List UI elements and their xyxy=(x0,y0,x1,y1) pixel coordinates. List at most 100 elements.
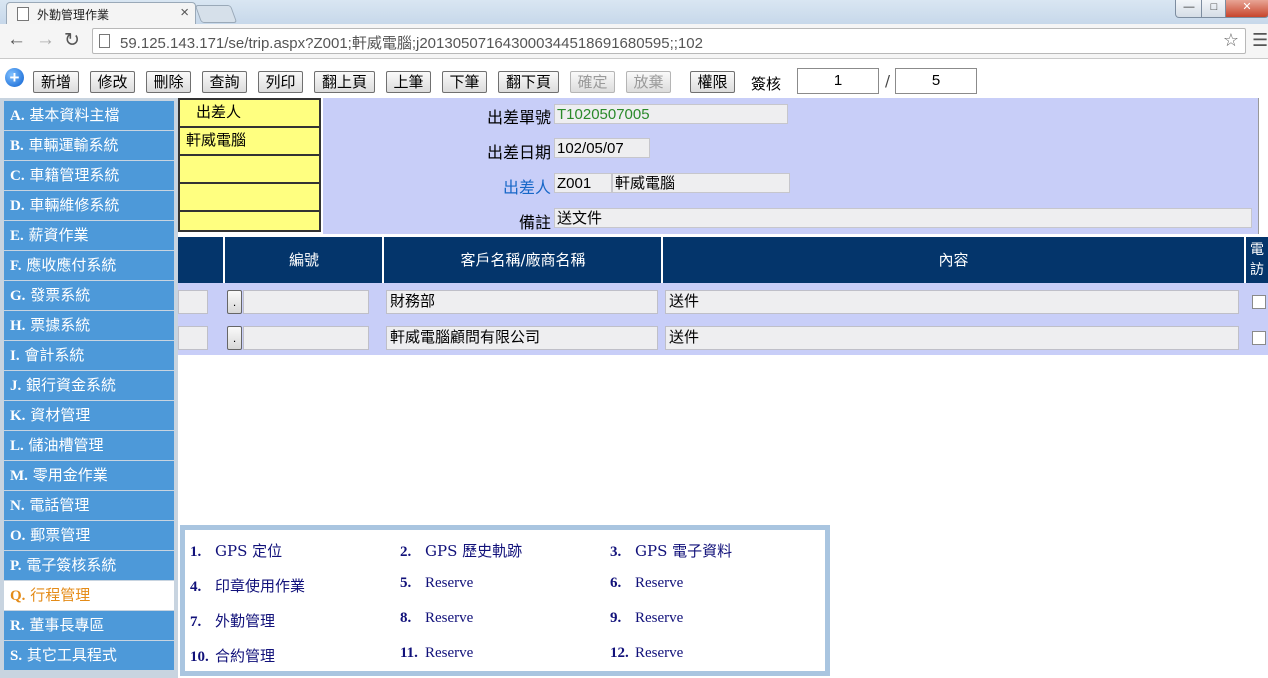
bookmark-star-icon[interactable]: ☆ xyxy=(1223,30,1239,51)
traveler-list-row[interactable]: 軒威電腦 xyxy=(180,128,319,156)
tab-close-icon[interactable]: × xyxy=(180,4,189,21)
menu-item[interactable]: E. 薪資作業 xyxy=(4,221,174,250)
next-record-button[interactable]: 下筆 xyxy=(442,71,487,93)
confirm-button[interactable]: 確定 xyxy=(570,71,615,93)
menu-item-label: 電話管理 xyxy=(29,496,90,514)
menu-item[interactable]: C. 車籍管理系統 xyxy=(4,161,174,190)
menu-item-label: 銀行資金系統 xyxy=(26,376,117,394)
phone-visit-checkbox[interactable] xyxy=(1252,295,1266,309)
trip-no-field[interactable]: T1020507005 xyxy=(554,104,788,124)
menu-item[interactable]: R. 董事長專區 xyxy=(4,611,174,640)
menu-item[interactable]: I. 會計系統 xyxy=(4,341,174,370)
function-item[interactable]: 7. 外勤管理 xyxy=(190,610,275,631)
window-minimize-button[interactable]: — xyxy=(1175,0,1203,18)
menu-item[interactable]: F. 應收應付系統 xyxy=(4,251,174,280)
reload-icon[interactable]: ↻ xyxy=(64,29,80,52)
traveler-list-row[interactable] xyxy=(180,184,319,212)
menu-item-key: L. xyxy=(10,438,24,454)
tab-title: 外勤管理作業 xyxy=(37,8,110,22)
menu-item-label: 車輛維修系統 xyxy=(29,196,120,214)
delete-button[interactable]: 刪除 xyxy=(146,71,191,93)
function-item[interactable]: 8. Reserve xyxy=(400,610,473,627)
customer-field[interactable]: 軒威電腦顧問有限公司 xyxy=(386,326,658,350)
number-field[interactable] xyxy=(243,326,369,350)
new-tab-button[interactable] xyxy=(194,5,238,23)
function-item[interactable]: 1. GPS 定位 xyxy=(190,540,282,561)
content-field[interactable]: 送件 xyxy=(665,290,1239,314)
menu-item[interactable]: J. 銀行資金系統 xyxy=(4,371,174,400)
function-item-number: 10. xyxy=(190,649,209,665)
menu-item[interactable]: S. 其它工具程式 xyxy=(4,641,174,670)
traveler-list: 出差人 軒威電腦 xyxy=(178,98,321,232)
menu-item-key: Q. xyxy=(10,588,26,604)
discard-button[interactable]: 放棄 xyxy=(626,71,671,93)
menu-item[interactable]: B. 車輛運輸系統 xyxy=(4,131,174,160)
function-item[interactable]: 6. Reserve xyxy=(610,575,683,592)
traveler-code-field[interactable]: Z001 xyxy=(554,173,612,193)
url-text[interactable]: 59.125.143.171/se/trip.aspx?Z001;軒威電腦;j2… xyxy=(120,32,703,53)
address-bar[interactable]: 59.125.143.171/se/trip.aspx?Z001;軒威電腦;j2… xyxy=(92,28,1246,54)
function-item[interactable]: 11. Reserve xyxy=(400,645,473,662)
menu-item-label: 郵票管理 xyxy=(30,526,91,544)
traveler-link[interactable]: 出差人 xyxy=(473,174,551,198)
function-item[interactable]: 3. GPS 電子資料 xyxy=(610,540,732,561)
menu-item-label: 應收應付系統 xyxy=(26,256,117,274)
back-arrow-icon[interactable]: ← xyxy=(7,29,26,51)
number-field[interactable] xyxy=(243,290,369,314)
menu-item[interactable]: M. 零用金作業 xyxy=(4,461,174,490)
menu-item[interactable]: L. 儲油槽管理 xyxy=(4,431,174,460)
prev-page-button[interactable]: 翻上頁 xyxy=(314,71,375,93)
menu-item[interactable]: N. 電話管理 xyxy=(4,491,174,520)
menu-item[interactable]: A. 基本資料主檔 xyxy=(4,101,174,130)
menu-item[interactable]: D. 車輛維修系統 xyxy=(4,191,174,220)
function-item-label: GPS 歷史軌跡 xyxy=(425,542,523,560)
window-close-button[interactable]: ✕ xyxy=(1225,0,1268,18)
plus-icon[interactable]: + xyxy=(5,68,24,87)
grid-header: 編號 客戶名稱/廠商名稱 內容 電訪 xyxy=(178,237,1268,283)
function-item[interactable]: 4. 印章使用作業 xyxy=(190,575,305,596)
function-item[interactable]: 12. Reserve xyxy=(610,645,683,662)
phone-visit-checkbox[interactable] xyxy=(1252,331,1266,345)
row-cell-hidden[interactable] xyxy=(178,290,208,314)
menu-item-label: 其它工具程式 xyxy=(26,646,117,664)
window-maximize-button[interactable]: □ xyxy=(1201,0,1227,18)
permission-button[interactable]: 權限 xyxy=(690,71,735,93)
lookup-button[interactable]: . xyxy=(227,290,242,314)
menu-item-label: 行程管理 xyxy=(30,586,91,604)
page-current-field[interactable]: 1 xyxy=(797,68,879,94)
menu-item[interactable]: H. 票據系統 xyxy=(4,311,174,340)
function-item[interactable]: 9. Reserve xyxy=(610,610,683,627)
query-button[interactable]: 查詢 xyxy=(202,71,247,93)
row-cell-hidden[interactable] xyxy=(178,326,208,350)
function-item[interactable]: 5. Reserve xyxy=(400,575,473,592)
page-total-field: 5 xyxy=(895,68,977,94)
function-item-label: 外勤管理 xyxy=(215,612,276,630)
menu-item-key: K. xyxy=(10,408,26,424)
menu-item[interactable]: Q. 行程管理 xyxy=(4,581,174,610)
menu-item[interactable]: O. 郵票管理 xyxy=(4,521,174,550)
lookup-button[interactable]: . xyxy=(227,326,242,350)
menu-item-key: J. xyxy=(10,378,22,394)
page-separator: / xyxy=(885,72,891,90)
forward-arrow-icon[interactable]: → xyxy=(36,29,55,51)
next-page-button[interactable]: 翻下頁 xyxy=(498,71,559,93)
menu-item[interactable]: G. 發票系統 xyxy=(4,281,174,310)
add-button[interactable]: 新增 xyxy=(33,71,79,93)
function-item-label: Reserve xyxy=(425,610,474,626)
print-button[interactable]: 列印 xyxy=(258,71,303,93)
function-item[interactable]: 2. GPS 歷史軌跡 xyxy=(400,540,522,561)
content-field[interactable]: 送件 xyxy=(665,326,1239,350)
traveler-list-row[interactable] xyxy=(180,212,319,238)
note-field[interactable]: 送文件 xyxy=(554,208,1252,228)
traveler-list-row[interactable] xyxy=(180,156,319,184)
edit-button[interactable]: 修改 xyxy=(90,71,135,93)
menu-item[interactable]: K. 資材管理 xyxy=(4,401,174,430)
customer-field[interactable]: 財務部 xyxy=(386,290,658,314)
browser-menu-icon[interactable]: ☰ xyxy=(1252,30,1268,51)
function-item[interactable]: 10. 合約管理 xyxy=(190,645,275,666)
trip-date-field[interactable]: 102/05/07 xyxy=(554,138,650,158)
prev-record-button[interactable]: 上筆 xyxy=(386,71,431,93)
column-header-content: 內容 xyxy=(661,237,1244,283)
browser-tab[interactable]: 外勤管理作業 × xyxy=(6,2,196,25)
menu-item[interactable]: P. 電子簽核系統 xyxy=(4,551,174,580)
